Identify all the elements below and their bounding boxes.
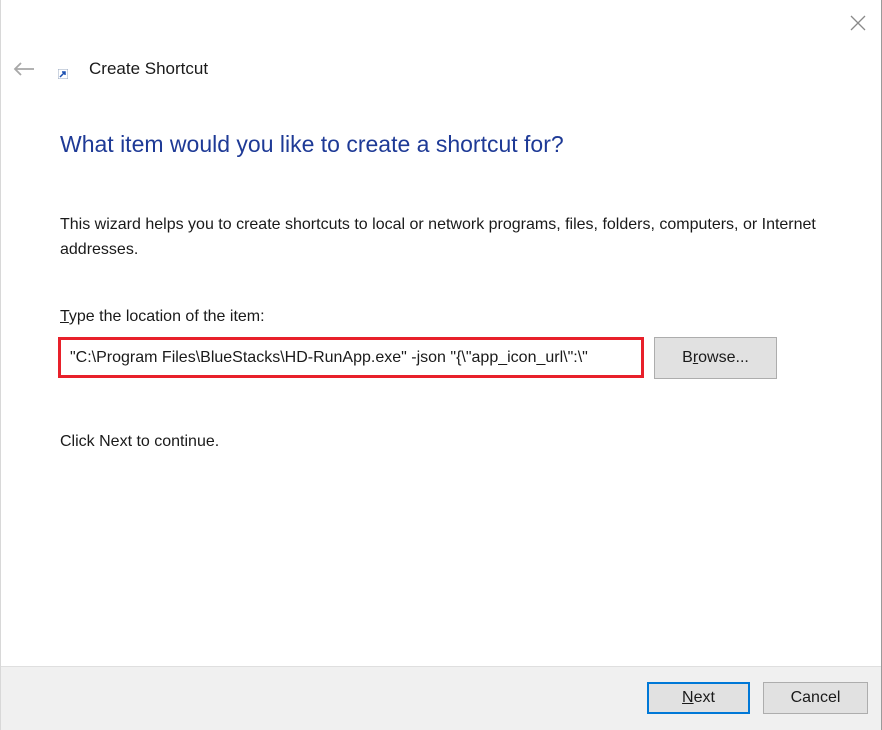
location-input[interactable] [58,337,644,378]
browse-button[interactable]: Br owse... [654,337,777,379]
next-label-accelerator: N [682,689,694,706]
next-label-text: ext [693,689,715,706]
cancel-button[interactable]: Cancel [763,682,868,714]
browse-label-end: owse... [698,349,749,366]
browse-label-start: B [682,349,693,366]
location-label-accelerator: T [60,308,69,325]
location-label: Type the location of the item: [60,308,265,326]
back-arrow-icon [13,62,34,76]
close-button[interactable] [843,8,873,38]
create-shortcut-dialog: Create Shortcut What item would you like… [0,0,882,730]
location-label-text: ype the location of the item: [68,308,265,325]
back-button[interactable] [9,56,39,82]
page-heading: What item would you like to create a sho… [60,131,564,157]
next-button[interactable]: Next [647,682,750,714]
dialog-title: Create Shortcut [89,59,209,78]
shortcut-icon [58,69,68,79]
continue-instruction: Click Next to continue. [60,433,220,450]
wizard-description: This wizard helps you to create shortcut… [60,216,816,258]
close-icon [850,15,866,31]
